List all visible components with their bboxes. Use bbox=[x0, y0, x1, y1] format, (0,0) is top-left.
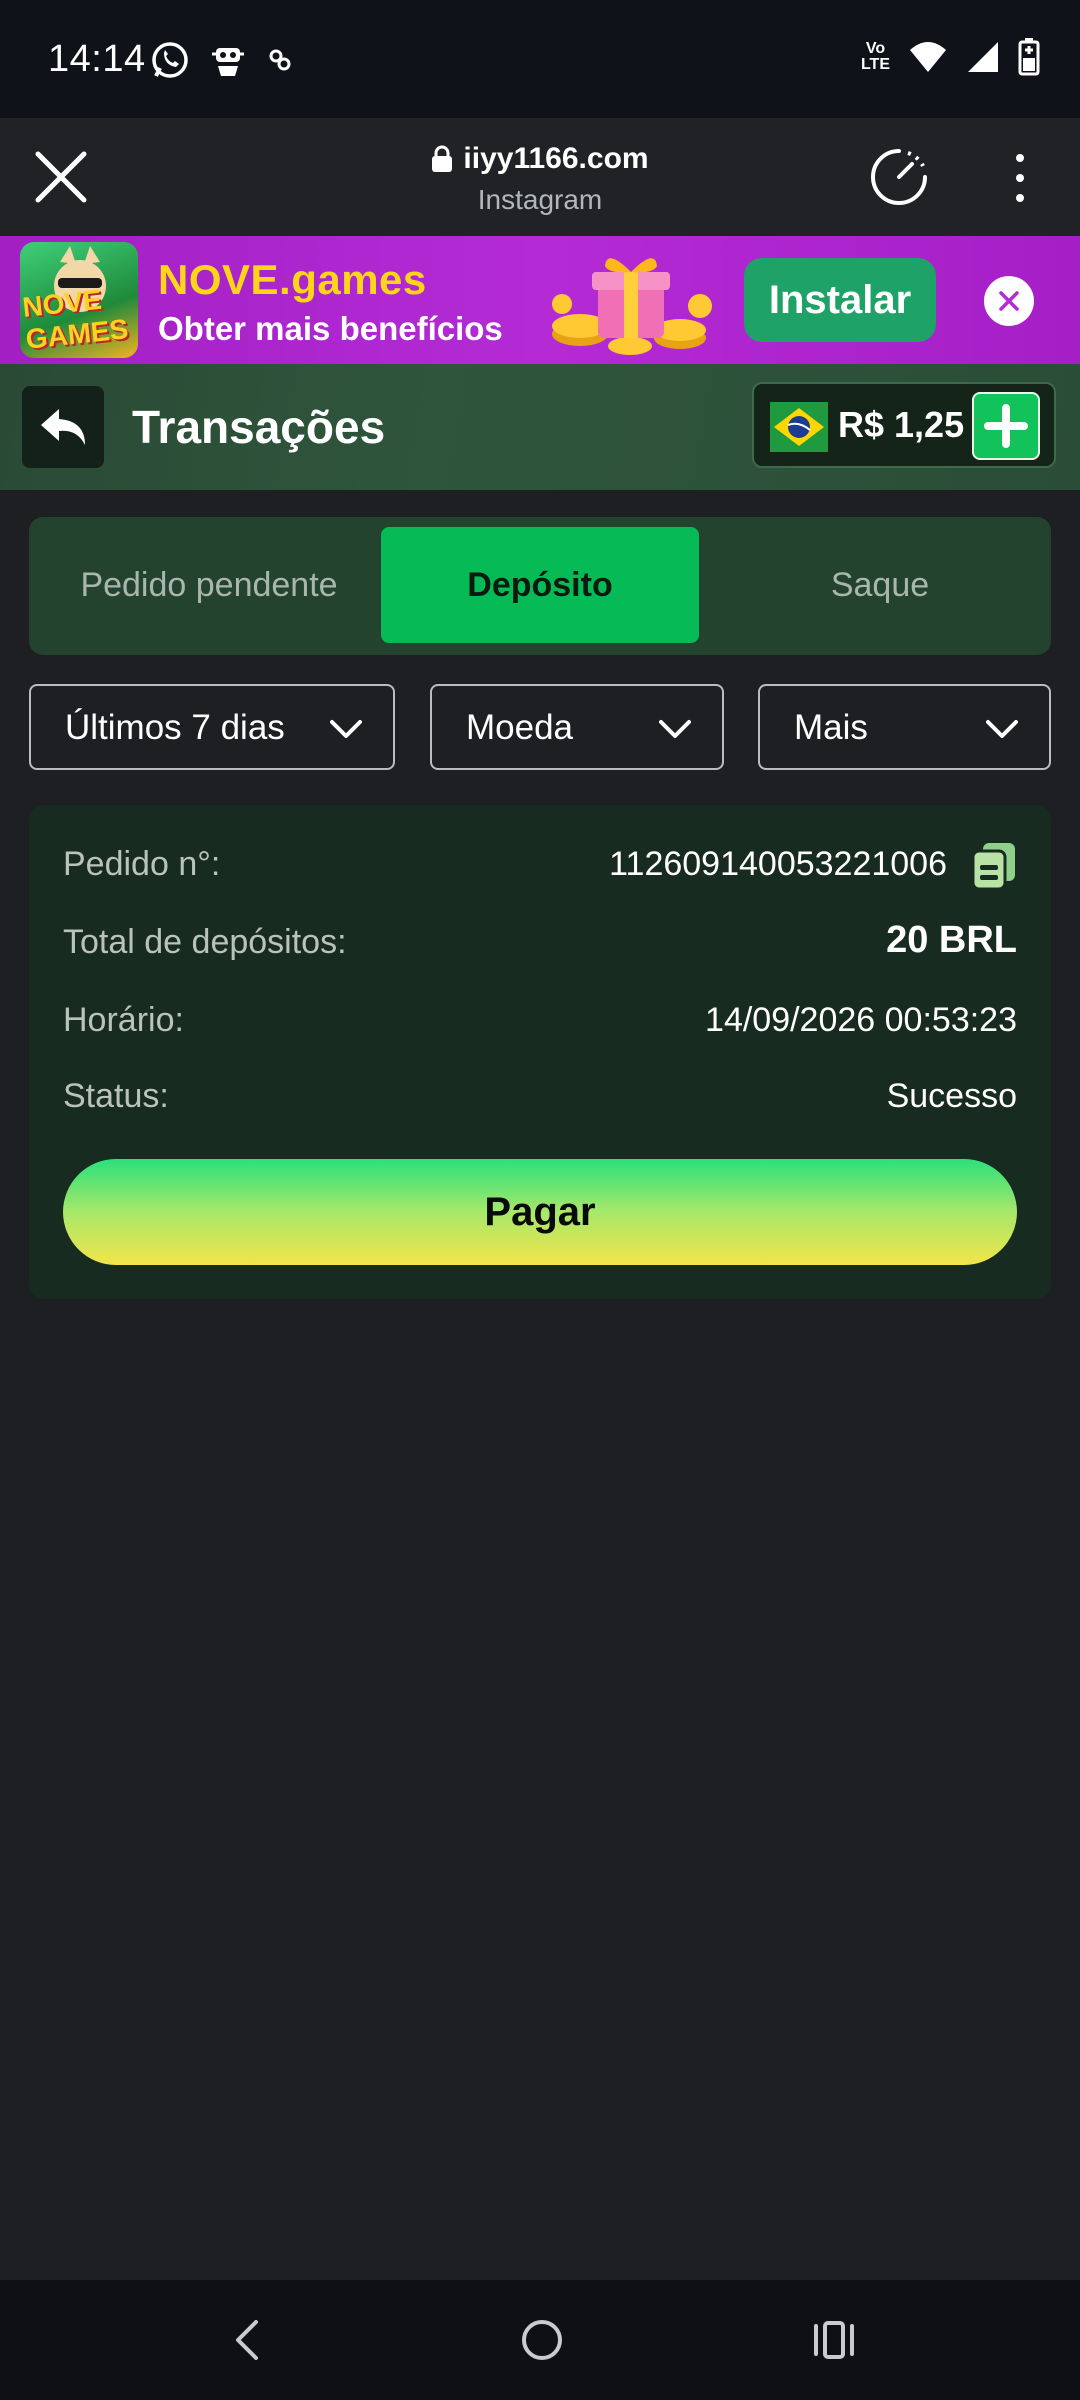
install-button[interactable]: Instalar bbox=[744, 258, 936, 342]
banner-close-button[interactable] bbox=[984, 276, 1034, 326]
currency-dropdown[interactable]: Moeda bbox=[430, 684, 724, 770]
status-time: 14:14 bbox=[48, 38, 146, 80]
more-filters-label: Mais bbox=[794, 708, 868, 747]
battery-icon bbox=[1018, 38, 1040, 76]
status-value: Sucesso bbox=[886, 1077, 1017, 1115]
wifi-icon bbox=[910, 42, 946, 72]
back-arrow-icon bbox=[41, 409, 85, 445]
more-options-icon[interactable] bbox=[1000, 148, 1040, 208]
currency-label: Moeda bbox=[466, 708, 574, 747]
total-deposits-value: 20 BRL bbox=[886, 919, 1017, 961]
url-domain: iiyy1166.com bbox=[463, 142, 649, 175]
more-filters-dropdown[interactable]: Mais bbox=[758, 684, 1051, 770]
plus-icon bbox=[984, 404, 1028, 448]
nav-recents-icon[interactable] bbox=[812, 2320, 856, 2360]
brazil-flag-icon bbox=[770, 402, 828, 452]
app-install-banner: NOVE GAMES NOVE.games Obter mais benefíc… bbox=[0, 236, 1080, 364]
back-button[interactable] bbox=[22, 386, 104, 468]
status-label: Status: bbox=[63, 1077, 169, 1115]
date-range-label: Últimos 7 dias bbox=[65, 708, 285, 747]
chevron-down-icon bbox=[330, 720, 362, 738]
page-header: Transações R$ 1,25 bbox=[0, 364, 1080, 490]
nav-home-icon[interactable] bbox=[520, 2318, 564, 2362]
system-navigation-bar bbox=[0, 2280, 1080, 2400]
gift-coins-icon bbox=[552, 258, 712, 355]
tab-pending-order[interactable]: Pedido pendente bbox=[39, 527, 379, 643]
transaction-tabs: Pedido pendente Depósito Saque bbox=[29, 517, 1051, 655]
robot-icon bbox=[212, 48, 244, 76]
order-number-value: 112609140053221006 bbox=[609, 845, 947, 883]
nove-games-logo: NOVE GAMES bbox=[20, 242, 138, 358]
time-value: 14/09/2026 00:53:23 bbox=[705, 1001, 1017, 1039]
copy-icon[interactable] bbox=[971, 841, 1017, 891]
system-icons: Vo LTE bbox=[861, 38, 1040, 76]
banner-title: NOVE.games bbox=[158, 256, 427, 303]
transaction-card: Pedido n°: 112609140053221006 Total de d… bbox=[29, 805, 1051, 1299]
chevron-down-icon bbox=[986, 720, 1018, 738]
notification-icons bbox=[150, 40, 294, 80]
order-number-label: Pedido n°: bbox=[63, 845, 221, 883]
status-bar: 14:14 Vo LTE bbox=[0, 0, 1080, 118]
lock-icon bbox=[432, 145, 453, 172]
status-row: Status: Sucesso bbox=[63, 1077, 1017, 1127]
total-deposits-label: Total de depósitos: bbox=[63, 923, 347, 961]
time-row: Horário: 14/09/2026 00:53:23 bbox=[63, 1001, 1017, 1051]
banner-subtitle: Obter mais benefícios bbox=[158, 310, 503, 347]
chevron-down-icon bbox=[659, 720, 691, 738]
browser-toolbar: iiyy1166.com Instagram bbox=[0, 118, 1080, 236]
whatsapp-icon bbox=[152, 42, 188, 78]
page-title: Transações bbox=[132, 401, 386, 453]
link-icon bbox=[269, 49, 291, 71]
nav-back-icon[interactable] bbox=[228, 2318, 268, 2362]
speedometer-icon[interactable] bbox=[868, 146, 930, 208]
signal-icon bbox=[968, 42, 998, 72]
add-funds-button[interactable] bbox=[972, 392, 1040, 460]
balance-value: R$ 1,25 bbox=[838, 404, 965, 445]
volte-indicator: Vo LTE bbox=[860, 40, 890, 73]
logo-text: NOVE GAMES bbox=[20, 283, 130, 355]
tab-deposit[interactable]: Depósito bbox=[381, 527, 699, 643]
time-label: Horário: bbox=[63, 1001, 184, 1039]
order-number-row: Pedido n°: 112609140053221006 bbox=[63, 843, 1017, 895]
balance-widget: R$ 1,25 bbox=[752, 382, 1056, 468]
total-deposits-row: Total de depósitos: 20 BRL bbox=[63, 919, 1017, 973]
date-range-dropdown[interactable]: Últimos 7 dias bbox=[29, 684, 395, 770]
tab-withdrawal[interactable]: Saque bbox=[719, 527, 1041, 643]
pay-button[interactable]: Pagar bbox=[63, 1159, 1017, 1265]
close-icon bbox=[999, 291, 1019, 311]
